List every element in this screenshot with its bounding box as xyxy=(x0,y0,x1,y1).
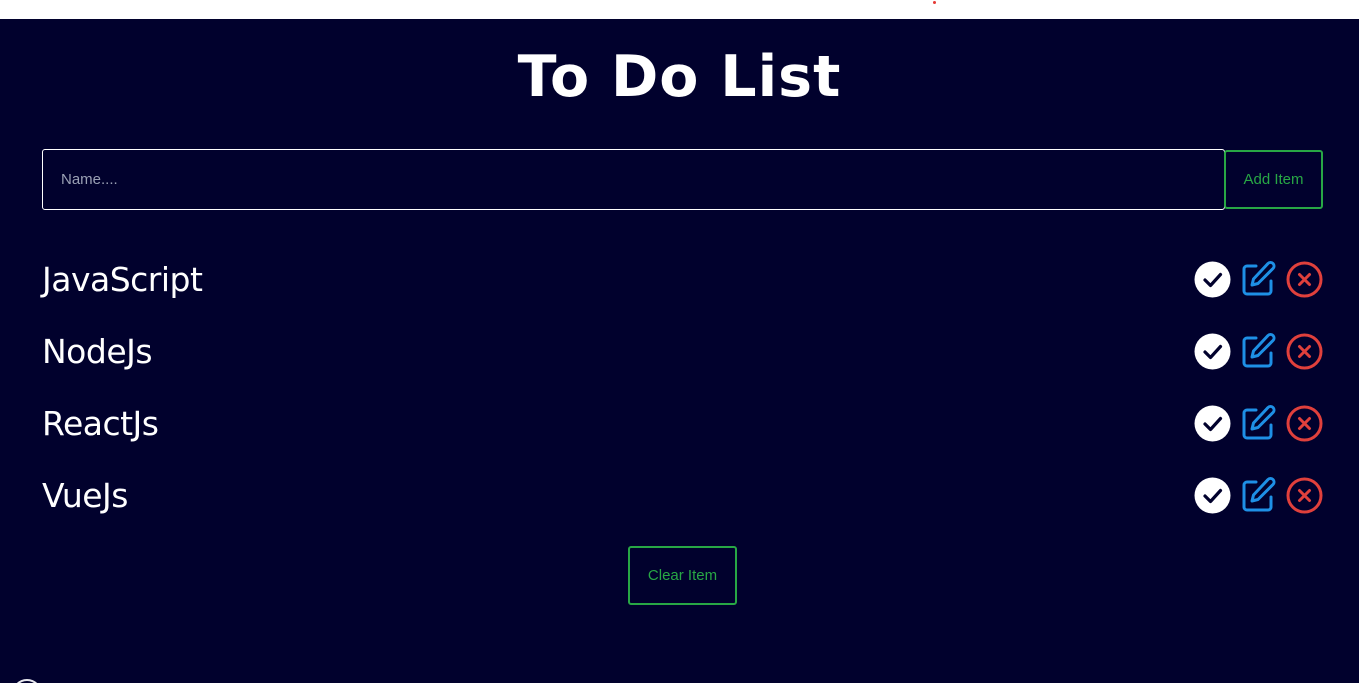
delete-circle-icon[interactable] xyxy=(1285,332,1323,370)
name-input[interactable] xyxy=(42,149,1225,210)
delete-circle-icon[interactable] xyxy=(1285,404,1323,442)
edit-icon[interactable] xyxy=(1239,476,1277,514)
check-circle-icon[interactable] xyxy=(1193,260,1231,298)
page-title: To Do List xyxy=(517,44,842,110)
check-circle-icon[interactable] xyxy=(1193,404,1231,442)
edit-icon[interactable] xyxy=(1239,404,1277,442)
list-item: JavaScript xyxy=(42,244,1323,316)
check-circle-icon[interactable] xyxy=(1193,476,1231,514)
item-actions xyxy=(1185,404,1323,442)
list-item: VueJs xyxy=(42,460,1323,532)
todo-app: To Do List Add Item JavaScript NodeJs xyxy=(0,19,1359,683)
list-item: NodeJs xyxy=(42,316,1323,388)
add-item-form: Add Item xyxy=(42,149,1323,210)
clear-item-button[interactable]: Clear Item xyxy=(628,546,737,605)
item-actions xyxy=(1185,476,1323,514)
item-text: JavaScript xyxy=(42,260,203,299)
delete-circle-icon[interactable] xyxy=(1285,476,1323,514)
edit-icon[interactable] xyxy=(1239,260,1277,298)
check-circle-icon[interactable] xyxy=(1193,332,1231,370)
item-text: VueJs xyxy=(42,476,128,515)
corner-widget-icon[interactable] xyxy=(12,679,42,683)
delete-circle-icon[interactable] xyxy=(1285,260,1323,298)
indicator-dot xyxy=(933,1,936,4)
add-item-button[interactable]: Add Item xyxy=(1224,150,1323,209)
item-actions xyxy=(1185,332,1323,370)
item-text: ReactJs xyxy=(42,404,159,443)
todo-list: JavaScript NodeJs ReactJs VueJs xyxy=(42,244,1323,532)
item-text: NodeJs xyxy=(42,332,153,371)
list-item: ReactJs xyxy=(42,388,1323,460)
edit-icon[interactable] xyxy=(1239,332,1277,370)
browser-top-strip xyxy=(0,0,1359,19)
item-actions xyxy=(1185,260,1323,298)
